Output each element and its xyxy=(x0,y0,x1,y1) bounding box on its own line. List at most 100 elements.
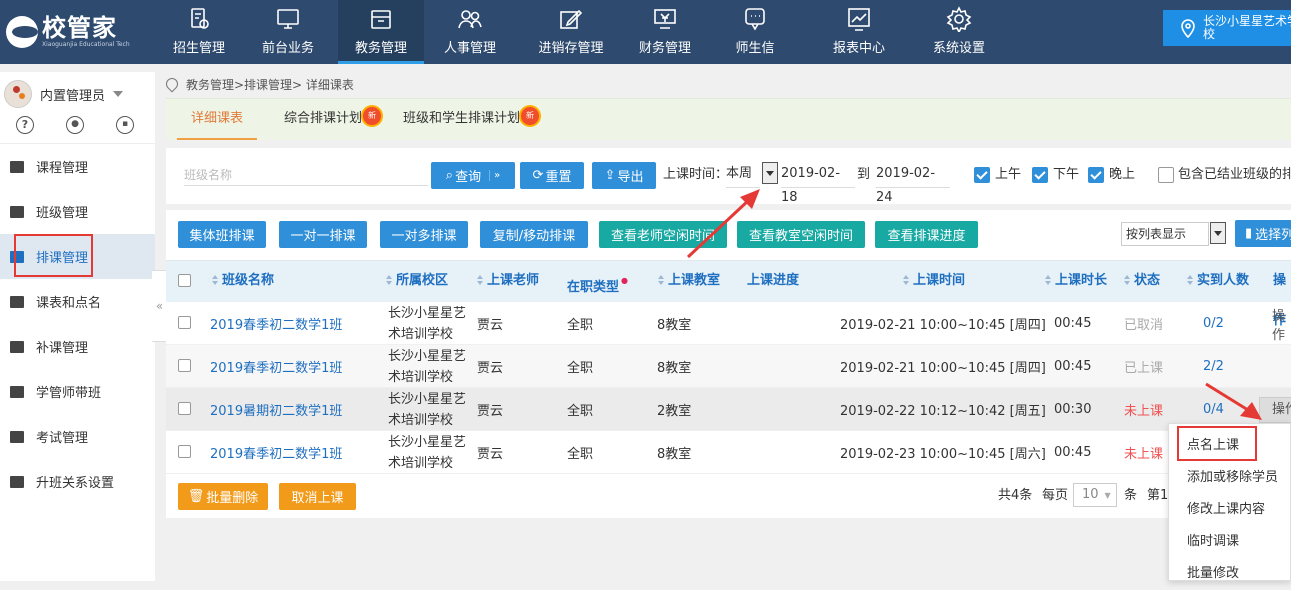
date-from-input[interactable]: 2019-02-18 xyxy=(781,162,855,205)
header-label: 上课进度 xyxy=(747,273,800,288)
bell-icon[interactable]: ● xyxy=(66,116,84,134)
period-select[interactable]: 本周 xyxy=(726,162,760,188)
message-icon[interactable]: ▪ xyxy=(116,116,134,134)
nav-messages[interactable]: 师生信 xyxy=(704,0,806,64)
class-name-link[interactable]: 2019春季初二数学1班 xyxy=(210,302,342,345)
class-name-link[interactable]: 2019暑期初二数学1班 xyxy=(210,388,342,431)
date-to-input[interactable]: 2019-02-24 xyxy=(876,162,950,205)
row-checkbox[interactable] xyxy=(178,359,191,372)
menu-item-batch-edit[interactable]: 批量修改 xyxy=(1169,558,1290,590)
nav-inventory[interactable]: 进销存管理 xyxy=(516,0,626,64)
nav-finance[interactable]: 财务管理 xyxy=(626,0,704,64)
table-row[interactable]: 2019春季初二数学1班 长沙小星星艺术培训学校 贾云 全职 8教室 2019-… xyxy=(166,302,1291,345)
pm-checkbox[interactable] xyxy=(1032,167,1048,183)
table-row[interactable]: 2019春季初二数学1班 长沙小星星艺术培训学校 贾云 全职 8教室 2019-… xyxy=(166,345,1291,388)
col-progress[interactable]: 上课进度 xyxy=(747,261,799,303)
nav-frontdesk[interactable]: 前台业务 xyxy=(238,0,338,64)
room-free-time-button[interactable]: 查看教室空闲时间 xyxy=(737,221,865,248)
menu-item-temp-reschedule[interactable]: 临时调课 xyxy=(1169,526,1290,558)
dropdown-arrow-icon[interactable]: » xyxy=(489,170,500,181)
school-switcher[interactable]: 长沙小星星艺术学校 xyxy=(1163,10,1291,46)
table-row[interactable]: 2019暑期初二数学1班 长沙小星星艺术培训学校 贾云 全职 2教室 2019-… xyxy=(166,388,1291,431)
col-campus[interactable]: 所属校区 xyxy=(386,261,448,303)
new-badge: 新 xyxy=(521,107,540,125)
period-dropdown-button[interactable] xyxy=(762,162,778,184)
one-on-one-schedule-button[interactable]: 一对一排课 xyxy=(279,221,367,248)
app-logo[interactable]: 校管家 Xiaoguanjia Educational Tech xyxy=(0,0,160,64)
display-mode-select[interactable]: 按列表显示 xyxy=(1121,222,1209,246)
sidebar-item-advisor[interactable]: 学管师带班 xyxy=(0,369,155,414)
chat-icon xyxy=(742,6,768,32)
row-checkbox[interactable] xyxy=(178,316,191,329)
evening-checkbox[interactable] xyxy=(1088,167,1104,183)
tab-detail-schedule[interactable]: 详细课表 xyxy=(176,99,258,140)
sidebar-item-classes[interactable]: 班级管理 xyxy=(0,189,155,234)
page-size-select[interactable]: 10 ▼ xyxy=(1073,483,1117,507)
time-label: 上课时间： xyxy=(663,167,729,182)
copy-move-schedule-button[interactable]: 复制/移动排课 xyxy=(480,221,588,248)
nav-hr[interactable]: 人事管理 xyxy=(424,0,516,64)
col-class-time[interactable]: 上课时间 xyxy=(903,261,965,303)
batch-delete-button[interactable]: 🗑 批量删除 xyxy=(178,483,268,510)
sidebar-item-scheduling[interactable]: 排课管理 xyxy=(0,234,155,279)
col-status[interactable]: 状态 xyxy=(1124,261,1160,303)
display-mode-dropdown[interactable] xyxy=(1210,222,1226,244)
nav-reports[interactable]: 报表中心 xyxy=(806,0,912,64)
sidebar-item-exams[interactable]: 考试管理 xyxy=(0,414,155,459)
tab-class-student-plan[interactable]: 班级和学生排课计划新 xyxy=(403,99,540,139)
menu-item-edit-content[interactable]: 修改上课内容 xyxy=(1169,494,1290,526)
reset-button[interactable]: ⟳ 重置 xyxy=(520,162,584,189)
room-cell: 8教室 xyxy=(657,361,692,376)
select-all-checkbox[interactable] xyxy=(178,274,191,287)
actions-button[interactable]: 操作 xyxy=(1272,302,1291,345)
header-label: 上课时间 xyxy=(913,273,966,288)
chevron-down-icon[interactable] xyxy=(113,91,124,97)
menu-item-roll-call[interactable]: 点名上课 xyxy=(1169,424,1290,462)
col-class-name[interactable]: 班级名称 xyxy=(212,261,274,303)
row-actions-button[interactable]: 操作 xyxy=(1259,397,1291,423)
sort-icon xyxy=(1187,275,1194,285)
sort-icon xyxy=(477,275,484,285)
page-number[interactable]: 第1 xyxy=(1147,486,1168,506)
query-button[interactable]: ⌕ 查询 » xyxy=(431,162,515,189)
class-name-input[interactable]: 班级名称 xyxy=(184,164,428,186)
sidebar-item-promotion[interactable]: 升班关系设置 xyxy=(0,459,155,504)
graduated-checkbox[interactable] xyxy=(1158,167,1174,183)
location-icon xyxy=(163,75,181,93)
nav-enroll[interactable]: 招生管理 xyxy=(160,0,238,64)
select-columns-button[interactable]: ▮ 选择列 xyxy=(1235,220,1291,247)
menu-item-add-remove-students[interactable]: 添加或移除学员 xyxy=(1169,462,1290,494)
nav-academic[interactable]: 教务管理 xyxy=(338,0,424,64)
attendance-link[interactable]: 2/2 xyxy=(1203,345,1224,388)
row-checkbox[interactable] xyxy=(178,445,191,458)
teacher-free-time-button[interactable]: 查看老师空闲时间 xyxy=(599,221,727,248)
col-attendance[interactable]: 实到人数 xyxy=(1187,261,1249,303)
col-teacher[interactable]: 上课老师 xyxy=(477,261,539,303)
help-icon[interactable]: ? xyxy=(16,116,34,134)
table-row[interactable]: 2019春季初二数学1班 长沙小星星艺术培训学校 贾云 全职 8教室 2019-… xyxy=(166,431,1291,474)
sidebar-item-timetable[interactable]: 课表和点名 xyxy=(0,279,155,324)
one-to-many-schedule-button[interactable]: 一对多排课 xyxy=(380,221,468,248)
class-name-link[interactable]: 2019春季初二数学1班 xyxy=(210,431,342,474)
cancel-class-button[interactable]: 取消上课 xyxy=(279,483,356,510)
class-name-link[interactable]: 2019春季初二数学1班 xyxy=(210,345,342,388)
avatar[interactable] xyxy=(4,80,32,108)
nav-label: 招生管理 xyxy=(172,41,225,56)
nav-settings[interactable]: 系统设置 xyxy=(912,0,1006,64)
col-classroom[interactable]: 上课教室 xyxy=(658,261,720,303)
attendance-link[interactable]: 0/2 xyxy=(1203,302,1224,345)
sidebar-item-makeup[interactable]: 补课管理 xyxy=(0,324,155,369)
sort-icon xyxy=(903,275,910,285)
col-duration[interactable]: 上课时长 xyxy=(1045,261,1107,303)
user-name[interactable]: 内置管理员 xyxy=(40,85,105,104)
am-checkbox[interactable] xyxy=(974,167,990,183)
folder-icon xyxy=(368,6,394,32)
col-employment-type[interactable]: 在职类型 ● xyxy=(567,261,628,303)
schedule-panel: 集体班排课 一对一排课 一对多排课 复制/移动排课 查看老师空闲时间 查看教室空… xyxy=(166,210,1291,518)
group-schedule-button[interactable]: 集体班排课 xyxy=(178,221,266,248)
tab-overall-plan[interactable]: 综合排课计划新 xyxy=(284,99,382,139)
export-button[interactable]: ⇪ 导出 xyxy=(592,162,656,189)
row-checkbox[interactable] xyxy=(178,402,191,415)
schedule-progress-button[interactable]: 查看排课进度 xyxy=(875,221,978,248)
sidebar-item-courses[interactable]: 课程管理 xyxy=(0,144,155,189)
